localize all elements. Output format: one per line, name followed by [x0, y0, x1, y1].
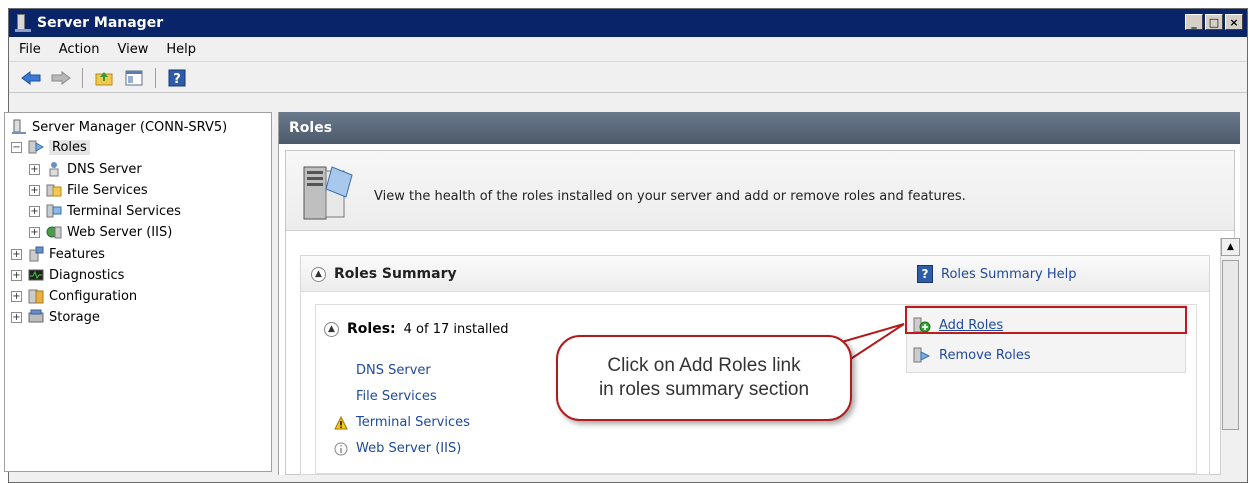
forward-arrow-icon[interactable]	[49, 67, 73, 89]
tree-item-features[interactable]: + Features	[11, 244, 105, 264]
roles-summary-header: ▲ Roles Summary ? Roles Summary Help	[301, 256, 1209, 292]
configuration-icon	[28, 288, 44, 304]
expand-toggle[interactable]: +	[29, 226, 40, 238]
collapse-icon[interactable]: ▲	[324, 321, 339, 337]
server-icon	[11, 119, 27, 135]
web-server-icon	[46, 224, 62, 240]
collapse-icon[interactable]: ▲	[311, 266, 326, 282]
role-name: DNS Server	[356, 363, 431, 378]
roles-label: Roles:	[347, 321, 396, 337]
scroll-thumb[interactable]	[1222, 260, 1239, 430]
remove-roles-icon	[913, 347, 931, 363]
tree-label: Server Manager (CONN-SRV5)	[32, 119, 228, 135]
add-roles-highlight	[905, 306, 1187, 334]
expand-toggle[interactable]: +	[11, 311, 22, 323]
tree-item-web-server[interactable]: + Web Server (IIS)	[29, 222, 172, 242]
storage-icon	[28, 309, 44, 325]
tree-item-server-manager[interactable]: Server Manager (CONN-SRV5)	[11, 117, 227, 137]
roles-description: View the health of the roles installed o…	[374, 189, 966, 204]
help-icon[interactable]: ?	[165, 67, 189, 89]
minimize-button[interactable]: _	[1185, 14, 1203, 30]
svg-text:?: ?	[173, 72, 181, 87]
tree-label: Features	[49, 246, 105, 262]
console-tree: Server Manager (CONN-SRV5) − Roles + DNS…	[4, 112, 272, 472]
tree-item-configuration[interactable]: + Configuration	[11, 286, 137, 306]
info-icon	[334, 442, 348, 455]
diagnostics-icon	[28, 267, 44, 283]
role-name: Terminal Services	[356, 415, 470, 430]
scroll-up-button[interactable]: ▲	[1221, 238, 1240, 256]
server-roles-icon	[303, 166, 353, 220]
role-link-web-server[interactable]: Web Server (IIS)	[334, 441, 462, 456]
expand-toggle[interactable]: +	[29, 205, 40, 217]
tree-item-storage[interactable]: + Storage	[11, 307, 100, 327]
roles-subsection-title[interactable]: ▲ Roles: 4 of 17 installed	[324, 321, 509, 337]
remove-roles-label: Remove Roles	[939, 347, 1031, 363]
warning-icon	[334, 415, 348, 429]
terminal-services-icon	[46, 203, 62, 219]
tree-label: Diagnostics	[49, 267, 125, 283]
tree-label: Web Server (IIS)	[67, 224, 173, 240]
roles-summary-help-link[interactable]: ? Roles Summary Help	[917, 265, 1077, 283]
tree-item-dns-server[interactable]: + DNS Server	[29, 159, 142, 179]
roles-icon	[28, 139, 45, 155]
toolbar-separator	[82, 67, 83, 88]
tree-label: DNS Server	[67, 161, 142, 177]
tree-label: Storage	[49, 309, 100, 325]
tree-item-diagnostics[interactable]: + Diagnostics	[11, 265, 124, 285]
window-title: Server Manager	[37, 15, 164, 31]
vertical-scrollbar[interactable]: ▲	[1220, 238, 1240, 475]
tree-item-terminal-services[interactable]: + Terminal Services	[29, 201, 181, 221]
show-hide-tree-icon[interactable]	[122, 67, 146, 89]
callout-line-2: in roles summary section	[598, 379, 810, 400]
dns-server-icon	[46, 161, 62, 177]
expand-toggle[interactable]: +	[11, 290, 22, 302]
callout-line-1: Click on Add Roles link	[607, 355, 801, 376]
tree-item-file-services[interactable]: + File Services	[29, 180, 148, 200]
menu-help[interactable]: Help	[166, 42, 196, 57]
callout-bubble: Click on Add Roles link in roles summary…	[556, 335, 852, 421]
toolbar-separator	[155, 67, 156, 88]
expand-toggle[interactable]: +	[11, 248, 22, 260]
expand-toggle[interactable]: +	[29, 163, 40, 175]
role-link-file-services[interactable]: File Services	[356, 389, 437, 404]
roles-summary-title[interactable]: ▲ Roles Summary	[311, 266, 457, 282]
role-name: File Services	[356, 389, 437, 404]
tree-label: File Services	[67, 182, 148, 198]
tree-label: Configuration	[49, 288, 138, 304]
close-button[interactable]: ×	[1225, 14, 1243, 30]
instruction-callout: Click on Add Roles link in roles summary…	[556, 335, 852, 421]
menu-bar: File Action View Help	[9, 38, 1247, 62]
roles-summary-label: Roles Summary	[334, 266, 457, 282]
pane-header: Roles	[279, 112, 1240, 144]
help-link-label: Roles Summary Help	[941, 266, 1077, 282]
maximize-button[interactable]: □	[1205, 14, 1223, 30]
toolbar: ?	[9, 63, 1247, 93]
file-services-icon	[46, 182, 62, 198]
menu-view[interactable]: View	[117, 42, 148, 57]
expand-toggle[interactable]: +	[29, 184, 40, 196]
expand-toggle[interactable]: +	[11, 269, 22, 281]
roles-count: 4 of 17 installed	[403, 321, 509, 337]
server-manager-icon	[15, 14, 31, 32]
tree-label: Roles	[49, 139, 90, 155]
help-icon: ?	[917, 265, 933, 283]
back-arrow-icon[interactable]	[19, 67, 43, 89]
role-link-terminal-services[interactable]: Terminal Services	[334, 415, 470, 430]
tree-item-roles[interactable]: − Roles	[11, 137, 90, 157]
tree-label: Terminal Services	[67, 203, 181, 219]
remove-roles-link[interactable]: Remove Roles	[913, 346, 1031, 364]
role-link-dns-server[interactable]: DNS Server	[356, 363, 431, 378]
roles-banner: View the health of the roles installed o…	[286, 151, 1234, 231]
collapse-toggle[interactable]: −	[11, 141, 22, 153]
role-name: Web Server (IIS)	[356, 441, 462, 456]
folder-up-icon[interactable]	[92, 67, 116, 89]
features-icon	[28, 246, 44, 262]
title-bar[interactable]: Server Manager _ □ ×	[9, 9, 1247, 37]
menu-file[interactable]: File	[19, 42, 41, 57]
menu-action[interactable]: Action	[59, 42, 100, 57]
